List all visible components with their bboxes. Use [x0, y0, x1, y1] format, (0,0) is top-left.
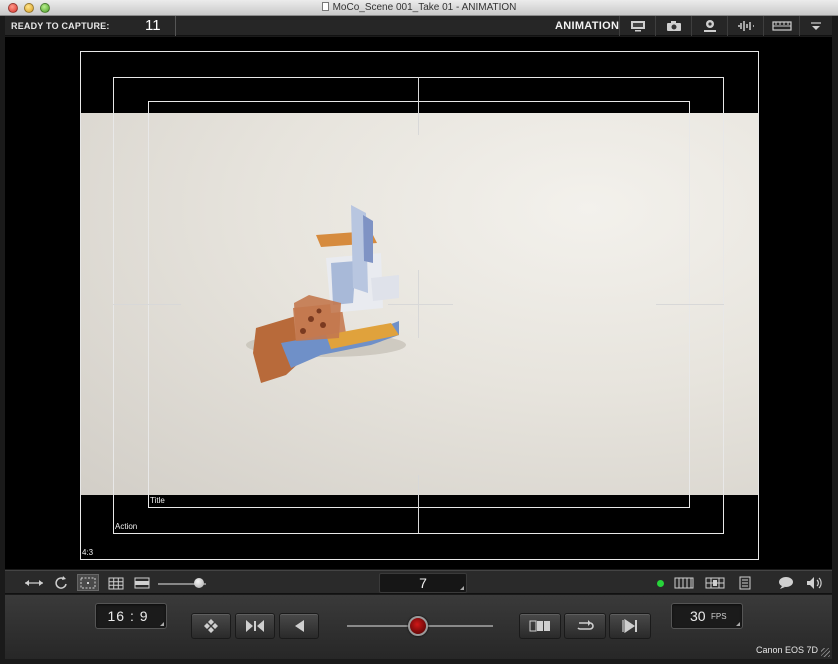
- window-title-bar: MoCo_Scene 001_Take 01 - ANIMATION: [0, 0, 838, 16]
- aspect-ratio-value: 16 : 9: [107, 608, 149, 624]
- fps-value: 30: [690, 608, 706, 624]
- record-button[interactable]: [408, 616, 428, 636]
- crosshair-left-tick: [113, 304, 181, 305]
- mode-label[interactable]: ANIMATION: [555, 20, 619, 32]
- aspect-ratio-selector[interactable]: 16 : 9: [95, 603, 167, 629]
- rotate-button[interactable]: [51, 575, 71, 591]
- crosshair-right-tick: [656, 304, 724, 305]
- letterbox-icon: [134, 577, 150, 589]
- crosshair-bottom-tick: [418, 475, 419, 533]
- window-title: MoCo_Scene 001_Take 01 - ANIMATION: [332, 2, 517, 13]
- frame-field-menu-corner: [460, 586, 464, 590]
- grid-icon: [108, 577, 124, 589]
- top-toolbar: READY TO CAPTURE: 11 ANIMATION: [5, 16, 832, 36]
- keypad-icon: [204, 619, 218, 633]
- ready-to-capture-label: READY TO CAPTURE:: [11, 21, 110, 31]
- step-back-button[interactable]: [279, 613, 319, 639]
- camera-button[interactable]: [655, 16, 691, 36]
- keypad-button[interactable]: [191, 613, 231, 639]
- timeline-button[interactable]: [763, 16, 799, 36]
- compare-frames-button[interactable]: [519, 613, 561, 639]
- flip-horizontal-icon: [25, 580, 43, 586]
- aspect-ratio-label: 4:3: [82, 548, 94, 557]
- camera-name-label: Canon EOS 7D: [755, 645, 818, 655]
- title-safe-label: Title: [150, 496, 165, 505]
- volume-icon: [807, 577, 822, 589]
- play-back-icon: [295, 620, 304, 632]
- shutter-button[interactable]: [235, 613, 275, 639]
- audio-waveform-icon: [737, 21, 754, 31]
- webcam-button[interactable]: [691, 16, 727, 36]
- safe-area-icon: [80, 577, 96, 588]
- comment-icon: [779, 577, 793, 589]
- resize-grip[interactable]: [821, 648, 830, 657]
- letterbox-button[interactable]: [132, 575, 152, 591]
- capture-viewer[interactable]: Title Action 4:3: [5, 37, 832, 569]
- rotate-icon: [55, 576, 67, 589]
- flip-horizontal-button[interactable]: [23, 575, 45, 591]
- live-indicator: [657, 580, 664, 587]
- document-icon: [321, 2, 329, 11]
- timeline-icon: [771, 21, 792, 31]
- crosshair-top-tick: [418, 77, 419, 135]
- menu-arrow-icon: [811, 22, 821, 30]
- list-button[interactable]: [736, 575, 754, 591]
- current-frame-field[interactable]: 7: [379, 573, 467, 593]
- compare-icon: [529, 620, 550, 632]
- skip-end-icon: [622, 619, 637, 633]
- grid-button[interactable]: [106, 575, 126, 591]
- toolbar-divider: [175, 16, 176, 36]
- list-icon: [739, 576, 751, 590]
- volume-button[interactable]: [805, 575, 825, 591]
- crosshair-center-vertical: [418, 270, 419, 338]
- skip-to-end-button[interactable]: [609, 613, 651, 639]
- webcam-icon: [703, 20, 716, 32]
- zoom-slider-knob[interactable]: [193, 578, 204, 588]
- camera-icon: [666, 21, 681, 31]
- loop-button[interactable]: [564, 613, 606, 639]
- fps-selector[interactable]: 30 FPS: [671, 603, 743, 629]
- loop-icon: [577, 620, 594, 630]
- aspect-ratio-menu-corner: [160, 622, 164, 626]
- onion-skin-icon: [705, 577, 725, 589]
- comment-button[interactable]: [777, 575, 795, 591]
- audio-button[interactable]: [727, 16, 763, 36]
- safe-area-button[interactable]: [77, 574, 99, 591]
- crosshair-center-horizontal: [388, 304, 453, 305]
- current-frame-number: 7: [419, 575, 427, 591]
- capture-control-panel: 16 : 9 30 FPS Canon EOS 7D: [5, 595, 832, 659]
- onion-skin-button[interactable]: [704, 575, 726, 591]
- capture-frame-count: 11: [145, 17, 161, 34]
- fps-unit-label: FPS: [711, 612, 727, 621]
- filmstrip-button[interactable]: [673, 575, 695, 591]
- view-options-strip: 7: [5, 570, 832, 594]
- action-safe-label: Action: [115, 522, 138, 531]
- filmstrip-icon: [674, 577, 694, 589]
- fps-menu-corner: [736, 622, 740, 626]
- monitor-button[interactable]: [619, 16, 655, 36]
- shutter-icon: [246, 620, 264, 632]
- monitor-icon: [630, 21, 645, 32]
- menu-button[interactable]: [799, 16, 832, 36]
